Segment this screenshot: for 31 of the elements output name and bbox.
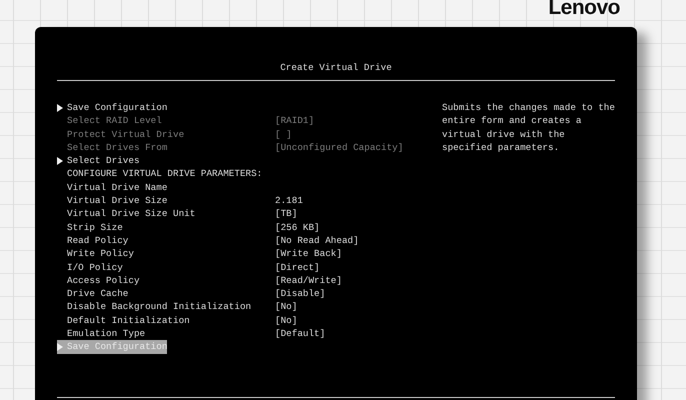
arrow-icon — [57, 156, 63, 165]
setting-label[interactable]: Virtual Drive Name — [67, 182, 168, 193]
menu-item[interactable]: Select Drives — [57, 154, 140, 168]
setting-label[interactable]: Disable Background Initialization — [67, 301, 252, 312]
arrow-icon — [57, 104, 63, 112]
screen-title: Create Virtual Drive — [57, 27, 615, 81]
setting-label[interactable]: Default Initialization — [67, 314, 190, 326]
setting-value[interactable]: [256 KB] — [275, 220, 320, 234]
setting-value[interactable]: [No] — [275, 300, 298, 314]
setting-label[interactable]: Emulation Type — [67, 328, 146, 340]
setting-label[interactable]: Strip Size — [67, 222, 123, 233]
setting-label[interactable]: Virtual Drive Size Unit — [67, 208, 196, 220]
setting-value[interactable]: [Disable] — [275, 287, 326, 300]
setting-value[interactable]: [TB] — [275, 207, 298, 221]
setting-value[interactable]: [No] — [275, 314, 298, 328]
setting-value[interactable]: 2.181 — [275, 194, 303, 208]
setting-label[interactable]: I/O Policy — [67, 262, 123, 273]
setting-label[interactable]: Drive Cache — [67, 288, 128, 300]
setting-value[interactable]: [Read/Write] — [275, 274, 342, 288]
setting-value[interactable]: [Direct] — [275, 260, 320, 274]
help-text: Submits the changes made to the entire form and creates a virtual drive with the specified parameters. — [442, 101, 615, 155]
menu-item[interactable]: Save Configuration — [57, 101, 168, 114]
setting-label[interactable]: Virtual Drive Size — [67, 195, 168, 206]
setting-value[interactable]: [Default] — [275, 327, 326, 340]
setting-value[interactable]: [No Read Ahead] — [275, 234, 359, 248]
setting-label[interactable]: Write Policy — [67, 248, 134, 260]
arrow-icon — [57, 342, 63, 351]
setting-value[interactable]: [Write Back] — [275, 247, 342, 261]
setting-label[interactable]: Access Policy — [67, 274, 140, 286]
section-heading: CONFIGURE VIRTUAL DRIVE PARAMETERS: — [67, 167, 262, 181]
setting-label[interactable]: Read Policy — [67, 234, 128, 246]
